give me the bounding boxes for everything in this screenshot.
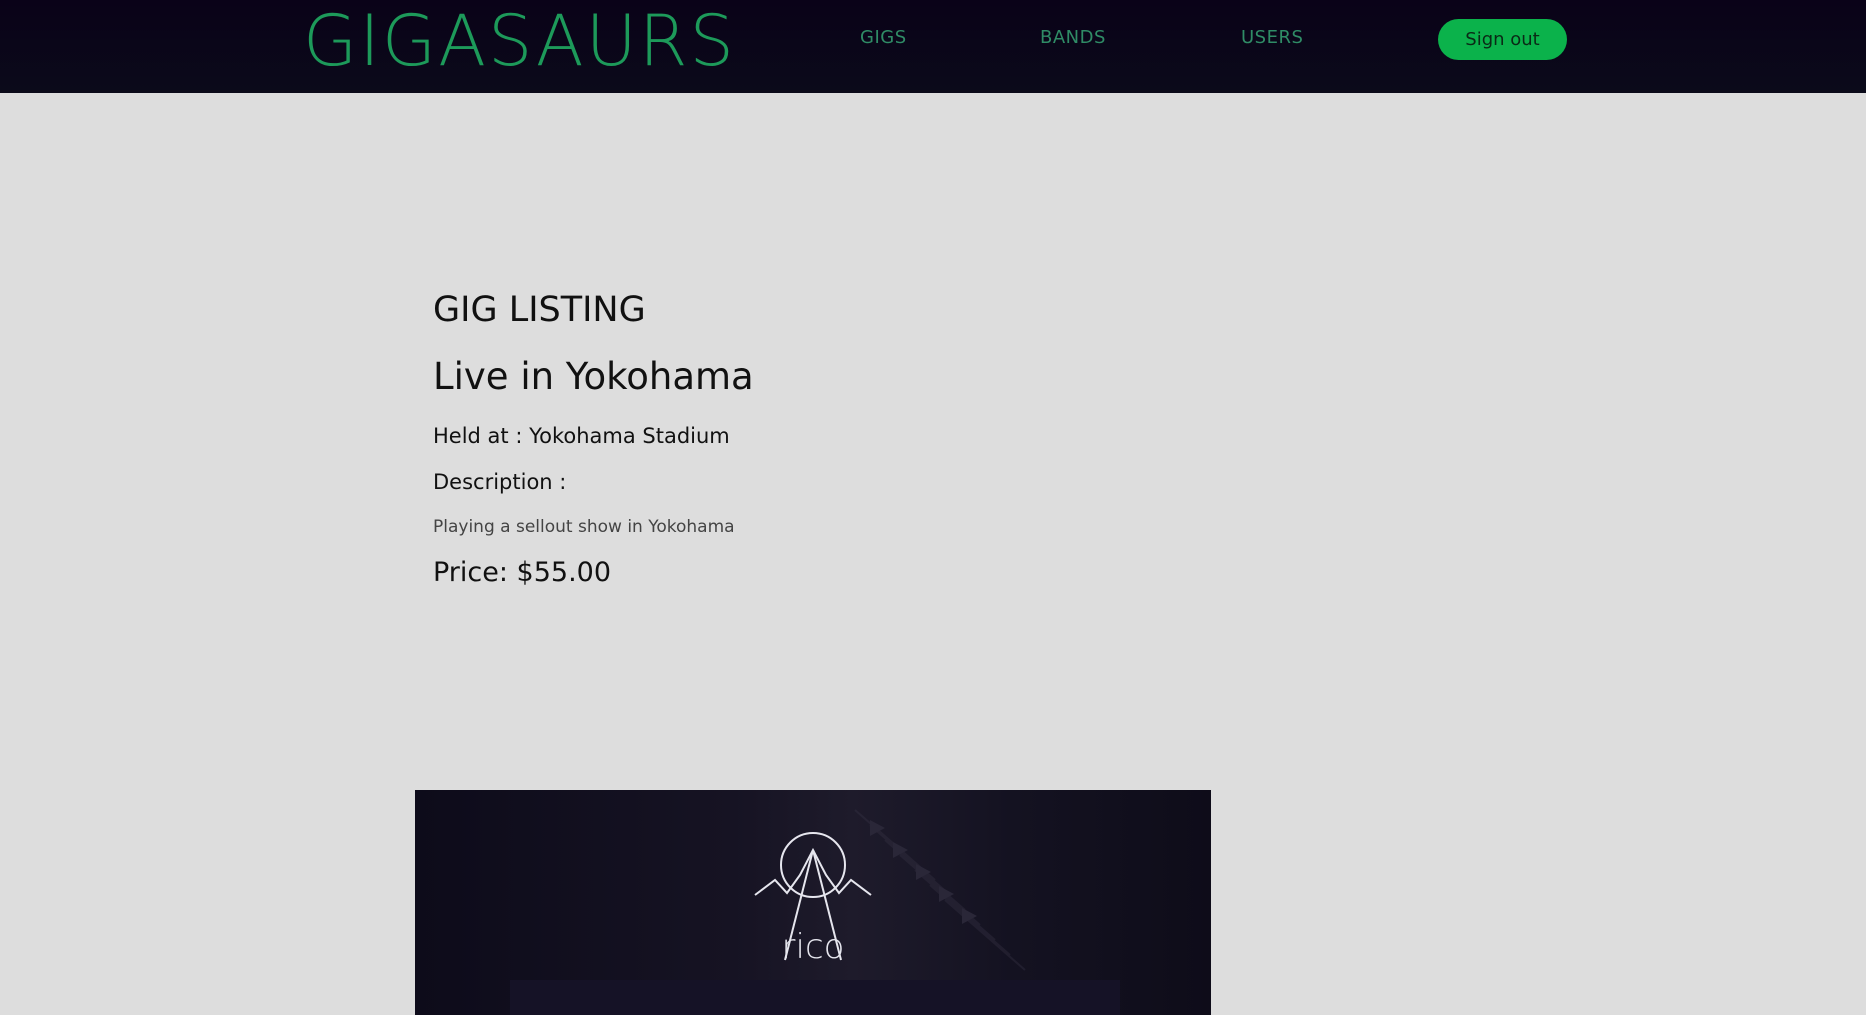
band-logo-icon: rico [510,809,1120,1015]
brand-logo[interactable]: GIGASAURS [303,2,736,80]
top-navbar: GIGASAURS GIGS BANDS USERS Sign out [0,0,1866,93]
nav-link-users[interactable]: USERS [1241,27,1303,48]
gig-title: Live in Yokohama [433,355,754,398]
description-label: Description : [433,470,567,494]
page-section-heading: GIG LISTING [433,290,646,330]
price-line: Price: $55.00 [433,557,612,588]
band-image: rico [415,790,1211,1015]
nav-link-bands[interactable]: BANDS [1040,27,1106,48]
sign-out-button[interactable]: Sign out [1438,19,1567,60]
venue-line: Held at : Yokohama Stadium [433,424,730,448]
band-logo-text: rico [782,927,845,967]
description-text: Playing a sellout show in Yokohama [433,517,735,537]
nav-link-gigs[interactable]: GIGS [860,27,907,48]
